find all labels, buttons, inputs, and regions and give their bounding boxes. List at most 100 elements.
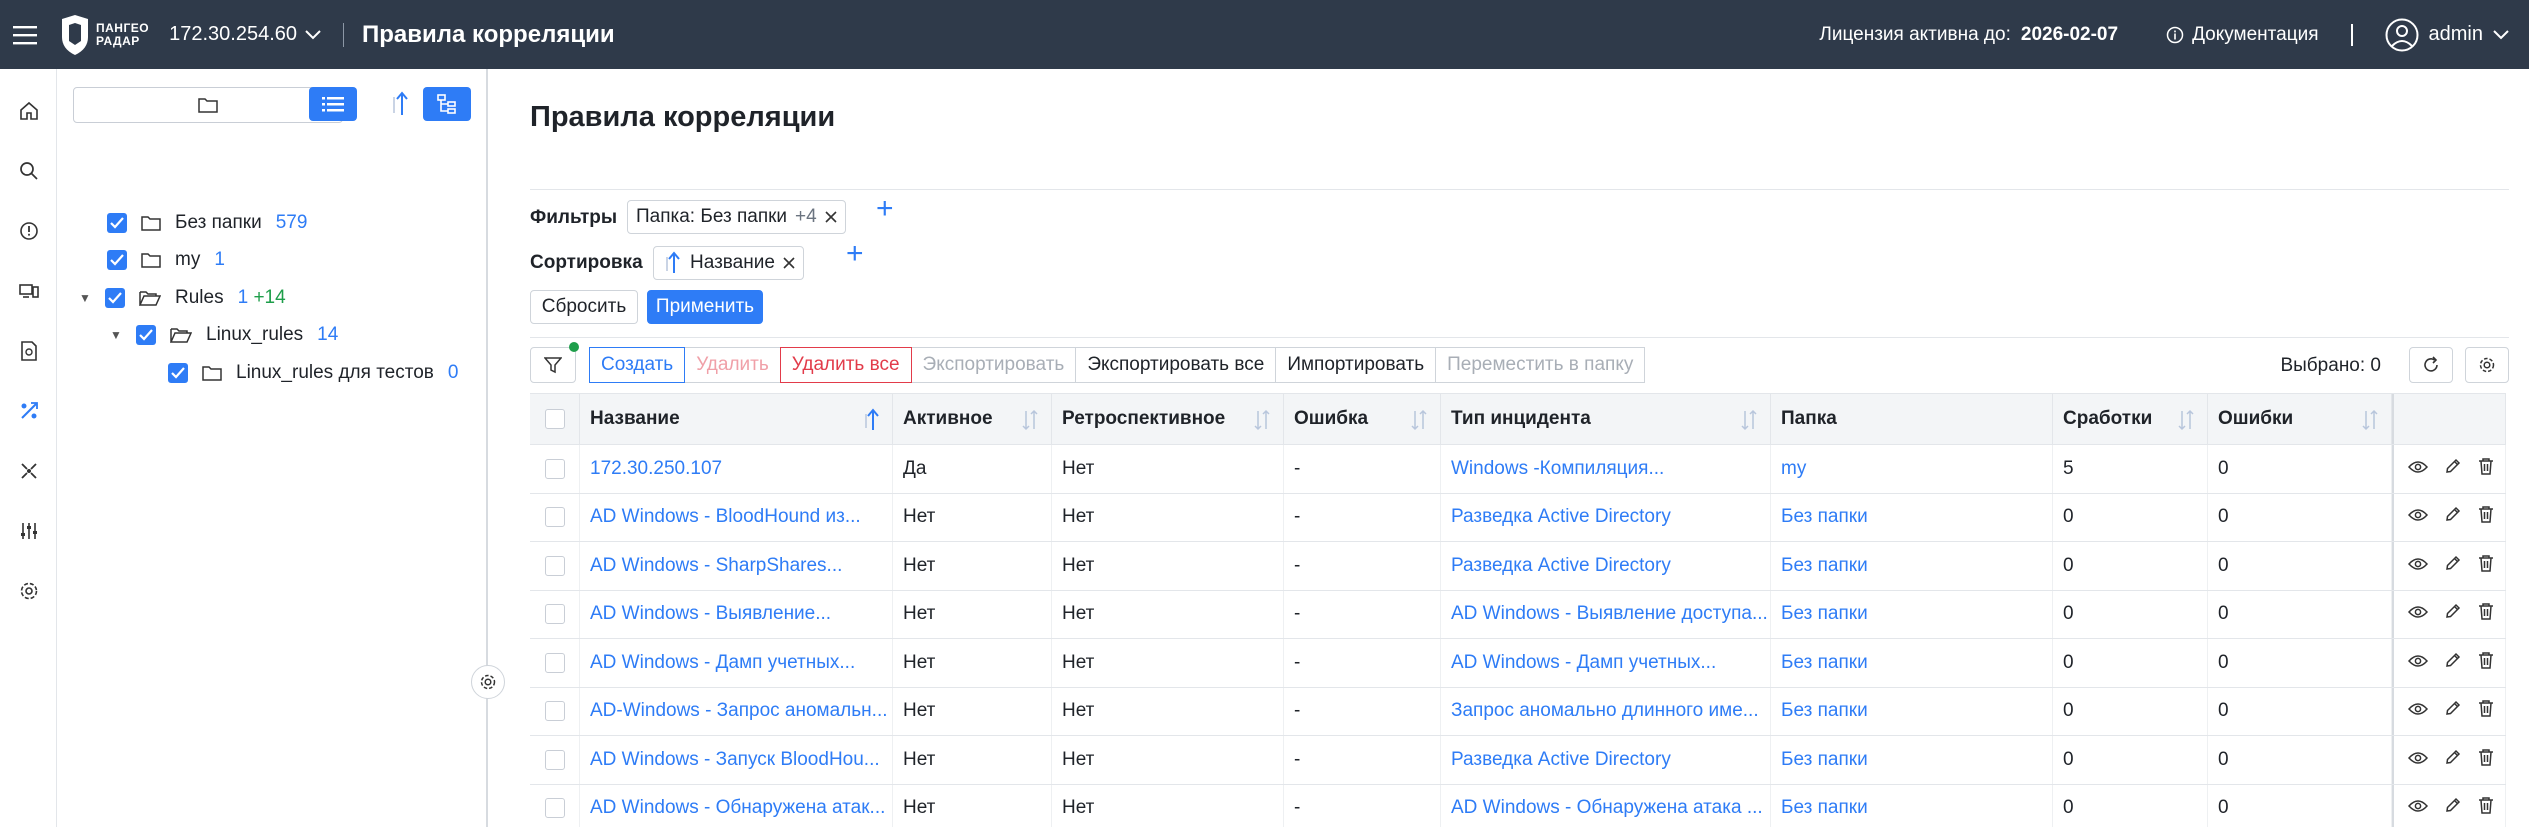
host-selector[interactable]: 172.30.254.60 [169, 23, 321, 46]
edit-icon[interactable] [2444, 699, 2462, 723]
rule-name-link[interactable]: AD Windows - Обнаружена атак... [580, 784, 893, 827]
column-header-hits[interactable]: Сработки [2053, 394, 2208, 444]
folder-link[interactable]: Без папки [1771, 493, 2053, 541]
table-settings-button[interactable] [2465, 347, 2509, 383]
row-checkbox[interactable] [544, 507, 565, 528]
delete-button[interactable]: Удалить [684, 347, 781, 383]
folder-search-input[interactable] [73, 87, 343, 123]
folder-item[interactable]: my 1 [107, 245, 225, 275]
import-button[interactable]: Импортировать [1275, 347, 1437, 383]
edit-icon[interactable] [2444, 796, 2462, 820]
settings-sliders-icon[interactable] [0, 501, 57, 561]
column-header-folder[interactable]: Папка [1771, 394, 2053, 444]
delete-icon[interactable] [2478, 796, 2494, 820]
logo[interactable]: ПАНГЕО РАДАР [60, 0, 149, 69]
table-row[interactable]: AD Windows - SharpShares... Нет Нет - Развед… [530, 542, 2506, 591]
column-header-retro[interactable]: Ретроспективное [1052, 394, 1284, 444]
column-header-error[interactable]: Ошибка [1284, 394, 1441, 444]
folder-link[interactable]: Без папки [1771, 784, 2053, 827]
sort-button[interactable] [375, 87, 423, 121]
folder-item[interactable]: ▼ Linux_rules 14 [110, 320, 338, 350]
rule-name-link[interactable]: 172.30.250.107 [580, 445, 893, 493]
home-icon[interactable] [0, 81, 57, 141]
close-icon[interactable] [825, 211, 837, 223]
documentation-link[interactable]: Документация [2166, 24, 2319, 46]
delete-icon[interactable] [2478, 651, 2494, 675]
table-row[interactable]: AD Windows - Дамп учетных... Нет Нет - AD Wi… [530, 639, 2506, 688]
row-checkbox[interactable] [544, 555, 565, 576]
column-header-errors[interactable]: Ошибки [2208, 394, 2392, 444]
caret-down-icon[interactable]: ▼ [110, 328, 122, 342]
folder-link[interactable]: Без папки [1771, 736, 2053, 784]
edit-icon[interactable] [2444, 602, 2462, 626]
incident-type-link[interactable]: Разведка Active Directory [1441, 493, 1771, 541]
view-icon[interactable] [2407, 506, 2429, 528]
rule-name-link[interactable]: AD Windows - SharpShares... [580, 542, 893, 590]
folder-link[interactable]: Без папки [1771, 687, 2053, 735]
edit-icon[interactable] [2444, 554, 2462, 578]
folder-link[interactable]: Без папки [1771, 590, 2053, 638]
column-header-name[interactable]: Название [580, 394, 893, 444]
folder-link[interactable]: my [1771, 445, 2053, 493]
checkbox-checked[interactable] [105, 288, 125, 308]
devices-icon[interactable] [0, 261, 57, 321]
caret-down-icon[interactable]: ▼ [79, 291, 91, 305]
delete-icon[interactable] [2478, 457, 2494, 481]
edit-icon[interactable] [2444, 748, 2462, 772]
search-icon[interactable] [0, 141, 57, 201]
checkbox-checked[interactable] [107, 213, 127, 233]
sort-chip[interactable]: Название [653, 246, 804, 280]
checkbox-checked[interactable] [136, 325, 156, 345]
filter-chip[interactable]: Папка: Без папки +4 [627, 200, 846, 234]
incident-type-link[interactable]: Windows -Компиляция... [1441, 445, 1771, 493]
sort-icon[interactable] [1410, 408, 1428, 432]
delete-icon[interactable] [2478, 554, 2494, 578]
view-icon[interactable] [2407, 749, 2429, 771]
delete-icon[interactable] [2478, 602, 2494, 626]
add-filter-button[interactable]: + [876, 192, 894, 226]
view-icon[interactable] [2407, 797, 2429, 819]
column-header-incident-type[interactable]: Тип инцидента [1441, 394, 1771, 444]
checkbox-checked[interactable] [168, 363, 188, 383]
sort-asc-icon[interactable] [862, 408, 880, 432]
rule-name-link[interactable]: AD Windows - Выявление... [580, 590, 893, 638]
reset-button[interactable]: Сбросить [530, 290, 638, 324]
sort-icon[interactable] [2177, 408, 2195, 432]
row-checkbox[interactable] [544, 701, 565, 722]
incident-type-link[interactable]: Разведка Active Directory [1441, 736, 1771, 784]
incident-type-link[interactable]: Разведка Active Directory [1441, 542, 1771, 590]
rule-name-link[interactable]: AD Windows - BloodHound из... [580, 493, 893, 541]
folder-item[interactable]: Без папки 579 [107, 208, 307, 238]
row-checkbox[interactable] [544, 798, 565, 819]
folder-link[interactable]: Без папки [1771, 639, 2053, 687]
rule-name-link[interactable]: AD Windows - Дамп учетных... [580, 639, 893, 687]
view-icon[interactable] [2407, 700, 2429, 722]
gear-icon[interactable] [0, 561, 57, 621]
edit-icon[interactable] [2444, 505, 2462, 529]
row-checkbox[interactable] [544, 652, 565, 673]
incident-type-link[interactable]: AD Windows - Дамп учетных... [1441, 639, 1771, 687]
sort-icon[interactable] [1021, 408, 1039, 432]
user-menu[interactable]: admin [2385, 18, 2509, 52]
delete-all-button[interactable]: Удалить все [779, 347, 912, 383]
delete-icon[interactable] [2478, 699, 2494, 723]
edit-icon[interactable] [2444, 457, 2462, 481]
close-icon[interactable] [783, 257, 795, 269]
table-row[interactable]: AD Windows - Выявление... Нет Нет - AD Windo… [530, 590, 2506, 639]
edit-icon[interactable] [2444, 651, 2462, 675]
sort-icon[interactable] [2361, 408, 2379, 432]
move-to-folder-button[interactable]: Переместить в папку [1435, 347, 1646, 383]
row-checkbox[interactable] [544, 458, 565, 479]
filter-toggle-button[interactable] [530, 342, 579, 383]
view-icon[interactable] [2407, 458, 2429, 480]
sort-icon[interactable] [1253, 408, 1271, 432]
incident-type-link[interactable]: AD Windows - Выявление доступа... [1441, 590, 1771, 638]
rule-name-link[interactable]: AD-Windows - Запрос аномальн... [580, 687, 893, 735]
view-icon[interactable] [2407, 555, 2429, 577]
table-row[interactable]: AD-Windows - Запрос аномальн... Нет Нет - За… [530, 687, 2506, 736]
report-icon[interactable] [0, 321, 57, 381]
folder-item[interactable]: Linux_rules для тестов 0 [168, 358, 458, 388]
apply-button[interactable]: Применить [647, 290, 763, 324]
menu-icon[interactable] [0, 0, 50, 69]
table-row[interactable]: AD Windows - Запуск BloodHou... Нет Нет - Ра… [530, 736, 2506, 785]
